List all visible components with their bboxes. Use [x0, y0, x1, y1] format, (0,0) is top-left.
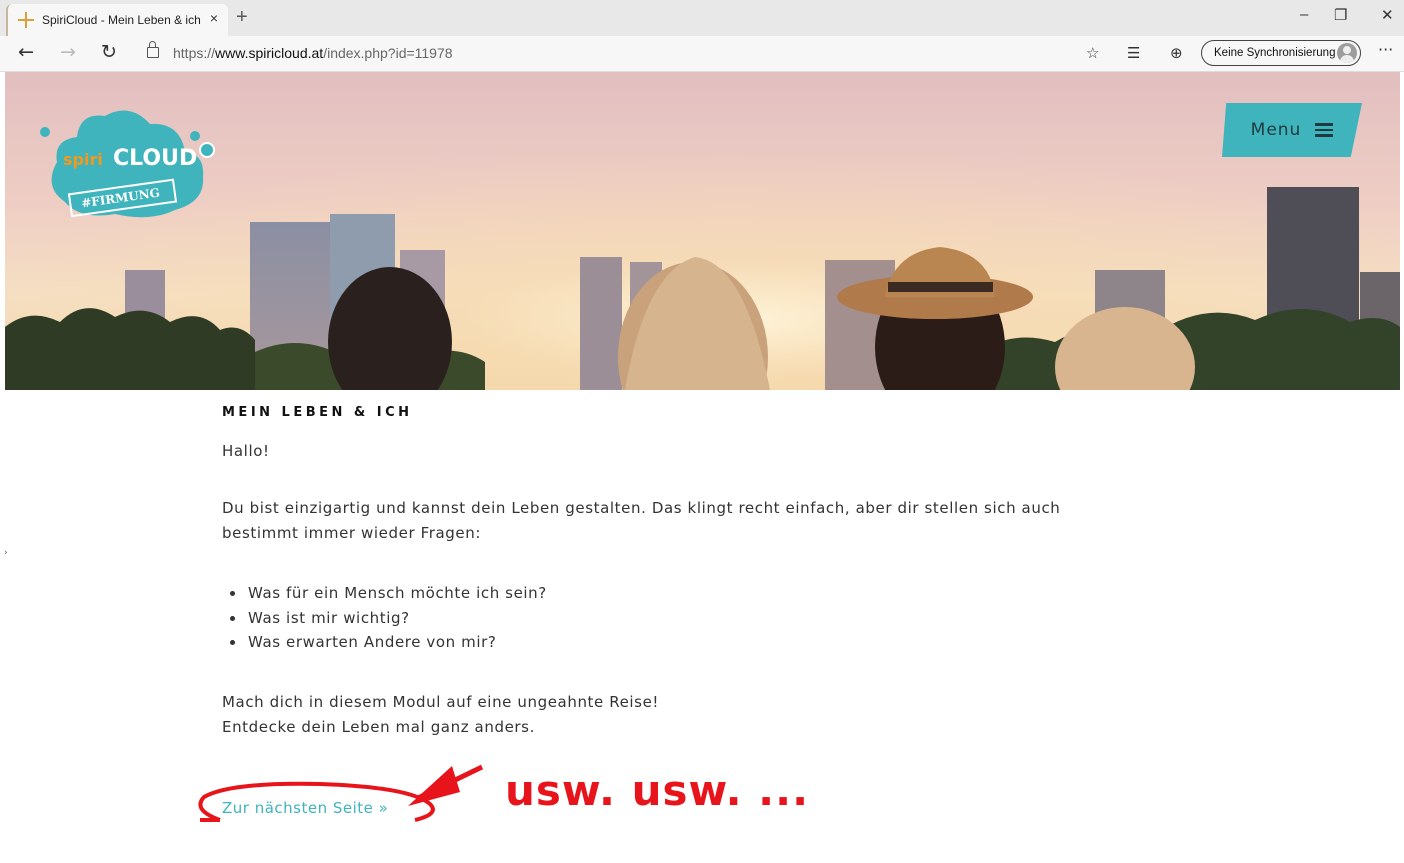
hamburger-icon — [1315, 123, 1334, 137]
add-favorite-icon[interactable]: ☆ — [1086, 44, 1099, 62]
window-close-button[interactable]: ✕ — [1381, 6, 1394, 24]
sync-button[interactable]: Keine Synchronisierung — [1201, 40, 1361, 66]
favorites-icon[interactable]: ☰ — [1127, 44, 1140, 62]
intro-line-2: bestimmt immer wieder Fragen: — [222, 524, 481, 542]
logo-word-cloud: CLOUD — [113, 146, 198, 171]
address-bar-row: ← → ↻ https://www.spiricloud.at/index.ph… — [0, 36, 1404, 72]
settings-more-icon[interactable]: ··· — [1378, 40, 1393, 59]
minimize-button[interactable]: – — [1300, 6, 1308, 23]
article: MEIN LEBEN & ICH Hallo! Du bist einzigar… — [222, 405, 1122, 736]
profile-avatar-icon — [1337, 43, 1357, 63]
lock-icon[interactable] — [147, 41, 159, 58]
logo-word-spiri: spiri — [63, 150, 103, 169]
address-input[interactable]: https://www.spiricloud.at/index.php?id=1… — [173, 45, 453, 61]
question-list: Was für ein Mensch möchte ich sein? Was … — [222, 581, 547, 655]
menu-label: Menu — [1250, 120, 1302, 140]
list-item: Was ist mir wichtig? — [246, 606, 547, 631]
outro-line-2: Entdecke dein Leben mal ganz anders. — [222, 718, 535, 736]
browser-tab[interactable]: SpiriCloud - Mein Leben & ich × — [6, 4, 228, 36]
menu-button[interactable]: Menu — [1222, 103, 1362, 157]
browser-tab-bar: SpiriCloud - Mein Leben & ich × + – ❐ ✕ — [0, 0, 1404, 36]
greeting-text: Hallo! — [222, 442, 270, 460]
intro-line-1: Du bist einzigartig und kannst dein Lebe… — [222, 499, 1061, 517]
hero-banner: spiri CLOUD #FIRMUNG — [5, 72, 1400, 390]
outro-line-1: Mach dich in diesem Modul auf eine ungea… — [222, 693, 660, 711]
back-button[interactable]: ← — [18, 41, 34, 63]
annotation-text: usw. usw. ... — [505, 766, 810, 815]
restore-button[interactable]: ❐ — [1334, 6, 1347, 24]
annotation-ellipse-arrow — [198, 764, 484, 822]
collections-icon[interactable]: ⊕ — [1170, 44, 1183, 62]
sync-label: Keine Synchronisierung — [1214, 47, 1336, 59]
new-tab-button[interactable]: + — [236, 6, 248, 29]
tab-title: SpiriCloud - Mein Leben & ich — [42, 13, 201, 27]
list-item: Was erwarten Andere von mir? — [246, 630, 547, 655]
list-item: Was für ein Mensch möchte ich sein? — [246, 581, 547, 606]
site-favicon-icon — [18, 12, 34, 28]
tab-close-icon[interactable]: × — [210, 10, 218, 26]
forward-button[interactable]: → — [60, 41, 76, 63]
reload-button[interactable]: ↻ — [101, 41, 117, 63]
stray-mark: › — [4, 548, 8, 558]
page-title: MEIN LEBEN & ICH — [222, 405, 413, 420]
